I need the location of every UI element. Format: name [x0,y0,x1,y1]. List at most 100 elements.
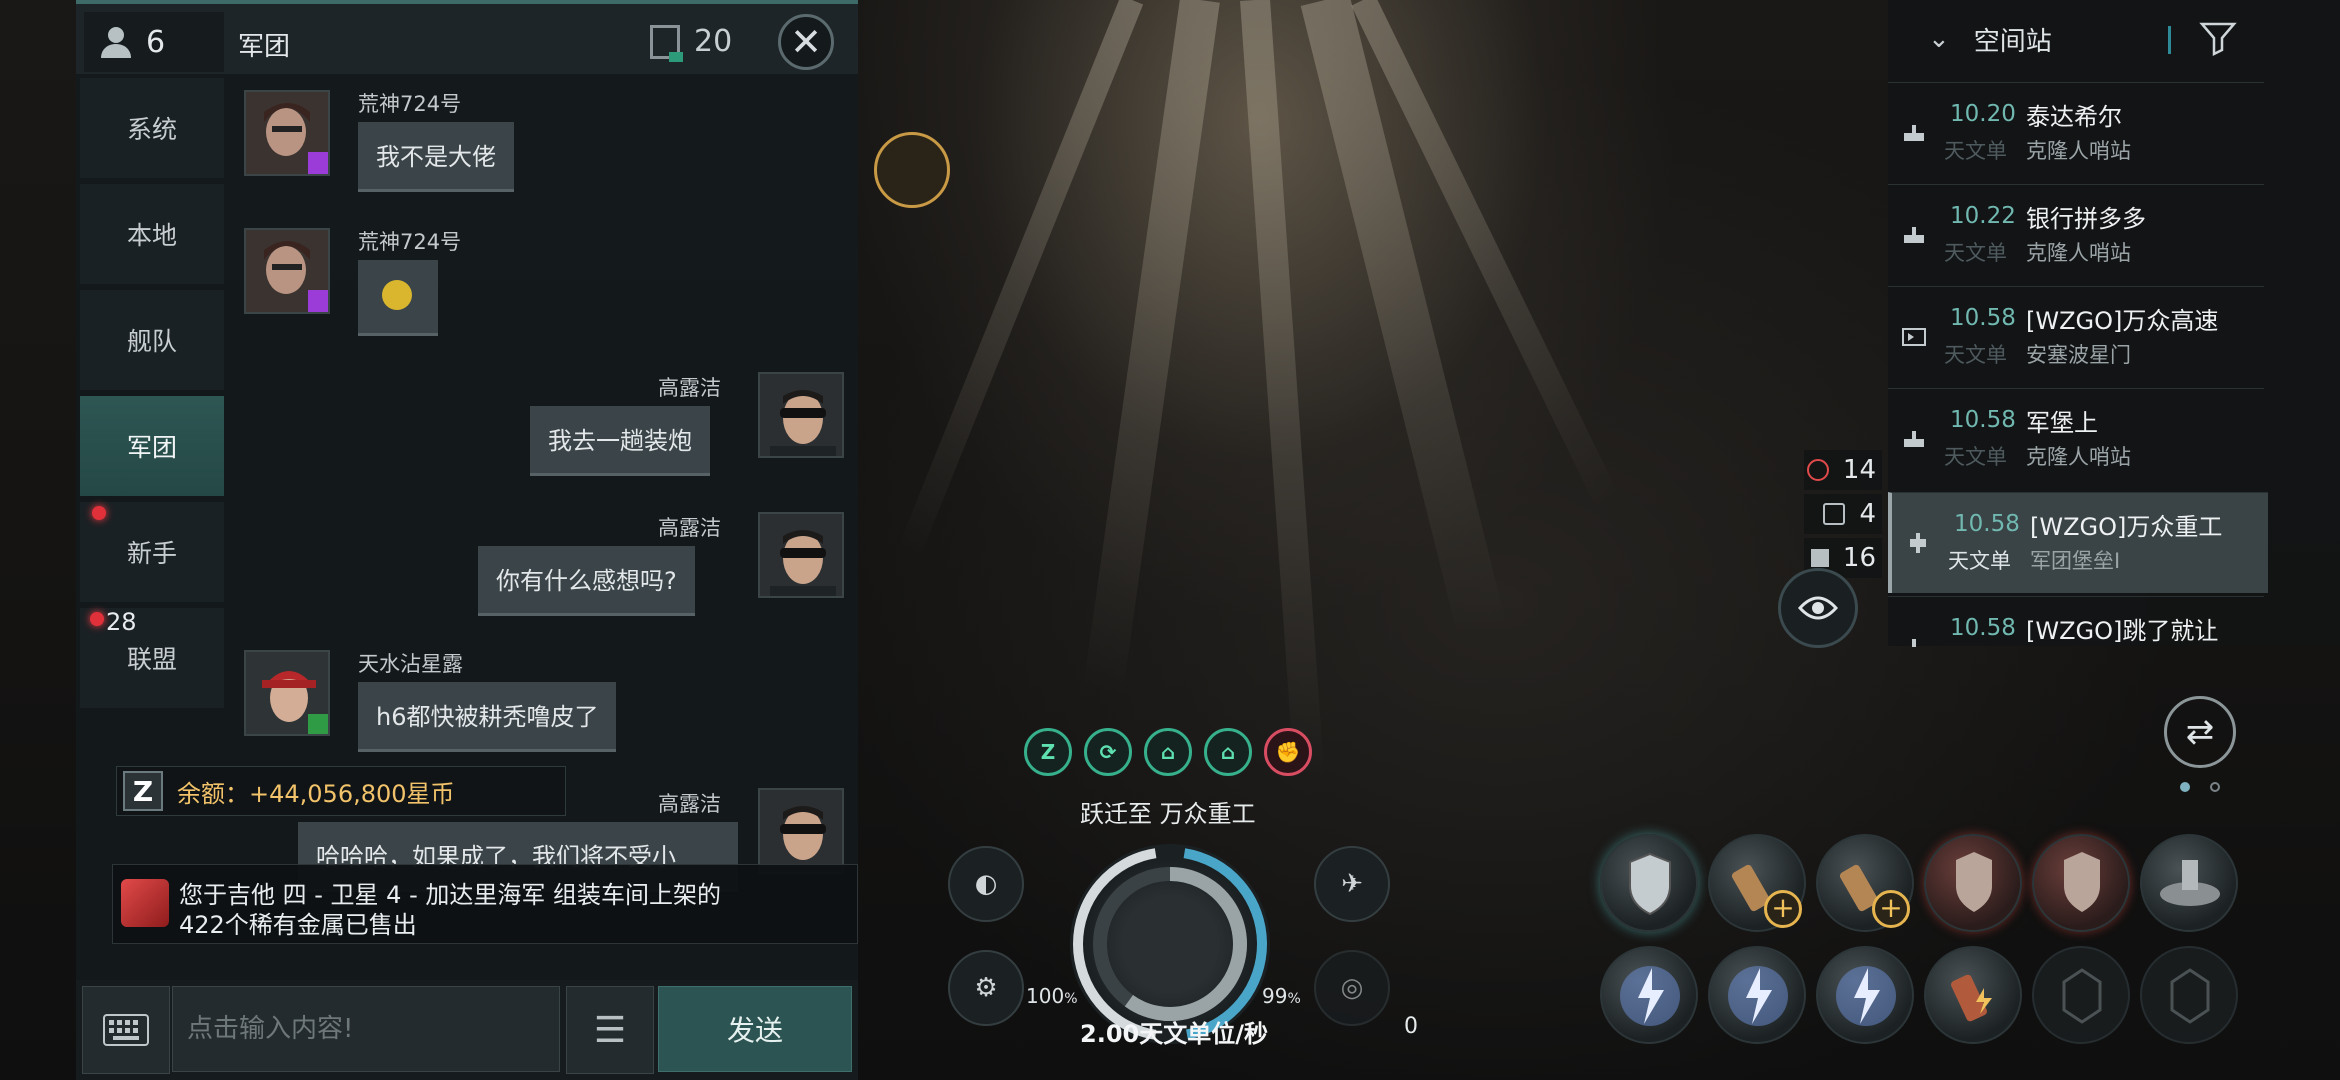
warp-status: 跃迁至 万众重工 [1080,800,1256,828]
channel-title: 军团 [238,32,291,62]
module-capacitor-booster[interactable] [1924,946,2022,1044]
item-icon [121,879,169,927]
message-count[interactable]: 20 [650,24,732,62]
overview-row[interactable]: 10.22 银行拼多多 天文单 克隆人哨站 [1888,184,2264,285]
member-count-button[interactable]: 6 [84,12,224,72]
chat-panel: 6 军团 20 ✕ 系统 本地 舰队 军团 新手 联盟 28 荒神724号 我不… [76,0,858,1080]
autopilot-button[interactable]: ◎ [1314,950,1390,1026]
tab-local[interactable]: 本地 [80,184,224,284]
row-unit: 天文单 [1944,343,2007,367]
count-target[interactable]: 14 [1804,450,1882,490]
avatar[interactable] [244,650,330,736]
row-type: 克隆人哨站 [2026,241,2131,265]
chevron-down-icon: ⌄ [1928,24,1950,54]
camera-icon: ⚙ [974,973,998,1003]
overview-row[interactable]: 10.58 军堡上 天文单 克隆人哨站 [1888,388,2264,489]
person-icon [101,27,131,58]
overview-row[interactable]: 10.58 [WZGO]万众高速 天文单 安塞波星门 [1888,286,2264,387]
row-distance: 10.58 [1950,615,2016,641]
event-button[interactable] [874,132,950,208]
count-value: 4 [1859,499,1876,529]
shield-icon [2064,852,2100,912]
target-counts: 14 4 16 [1804,450,1882,582]
speed-zero: 0 [1404,1014,1418,1039]
page-dot-active[interactable] [2180,782,2190,792]
swap-panel-button[interactable]: ⇄ [2164,696,2236,768]
module-shield[interactable] [1600,834,1698,932]
close-button[interactable]: ✕ [778,14,834,70]
row-distance: 10.22 [1950,203,2016,229]
overview-panel: ⌄ 空间站 10.20 泰达希尔 天文单 克隆人哨站 10.22 银行拼多多 天… [1888,0,2340,647]
avatar[interactable] [758,372,844,458]
tab-corp[interactable]: 军团 [80,396,224,496]
overview-header[interactable]: ⌄ 空间站 [1888,0,2340,78]
effect-icon[interactable]: ⟳ [1084,728,1132,776]
avatar[interactable] [244,228,330,314]
row-distance: 10.58 [1954,511,2020,537]
menu-button[interactable]: ☰ [566,986,654,1074]
message-bubble[interactable]: 你有什么感想吗? [478,546,695,616]
chat-input[interactable]: 点击输入内容! [172,986,560,1072]
sender-name: 高露洁 [658,516,721,540]
shield-percent: 100% [1026,984,1078,1008]
overview-row[interactable]: 10.58 [WZGO]跳了就让 [1888,596,2264,647]
tab-fleet[interactable]: 舰队 [80,290,224,390]
module-empty-slot[interactable] [2032,946,2130,1044]
row-name: [WZGO]跳了就让 [2026,617,2219,645]
module-armor-repairer[interactable]: + [1816,834,1914,932]
message-bubble[interactable]: h6都快被耕秃噜皮了 [358,682,617,752]
module-weapon[interactable] [1816,946,1914,1044]
effect-icon[interactable]: ⌂ [1204,728,1252,776]
sender-name: 荒神724号 [358,92,462,116]
module-weapon[interactable] [1708,946,1806,1044]
keyboard-icon [103,1014,149,1046]
drone-bay-button[interactable]: ✈ [1314,846,1390,922]
sender-name: 天水沾星露 [358,652,463,676]
effect-icon[interactable]: ✊ [1264,728,1312,776]
module-armor-repairer[interactable]: + [1708,834,1806,932]
member-count: 6 [146,24,166,60]
row-distance: 10.58 [1950,305,2016,331]
effect-icon[interactable]: Z [1024,728,1072,776]
armor-percent-value: 99 [1262,984,1288,1008]
message-bubble[interactable]: 我去一趟装炮 [530,406,710,476]
message-bubble[interactable]: 我不是大佬 [358,122,514,192]
menu-icon: ☰ [593,1009,627,1051]
tab-system[interactable]: 系统 [80,78,224,178]
module-weapon[interactable] [1600,946,1698,1044]
align-button[interactable]: ◐ [948,846,1024,922]
notice-line-2: 422个稀有金属已售出 [179,911,417,939]
empty-slot-icon [2062,968,2102,1024]
overview-row-selected[interactable]: 10.58 [WZGO]万众重工 天文单 军团堡垒I [1888,492,2268,593]
overview-row[interactable]: 10.20 泰达希尔 天文单 克隆人哨站 [1888,82,2264,183]
visibility-button[interactable] [1778,568,1858,648]
drone-icon: ✈ [1341,869,1363,899]
filter-icon[interactable] [2198,18,2238,58]
gate-icon [1902,328,1926,346]
chat-header: 6 军团 20 ✕ [76,0,858,74]
camera-settings-button[interactable]: ⚙ [948,950,1024,1026]
face-emoji-icon [382,280,412,310]
send-button[interactable]: 发送 [658,986,852,1072]
message-bubble[interactable] [358,260,438,336]
percent-sign: % [1287,991,1301,1007]
module-hardener[interactable] [2032,834,2130,932]
sale-notification[interactable]: 您于吉他 四 - 卫星 4 - 加达里海军 组装车间上架的 422个稀有金属已售… [112,864,858,944]
page-dot[interactable] [2210,782,2220,792]
sender-name: 高露洁 [658,376,721,400]
keyboard-button[interactable] [82,986,170,1074]
unread-count: 28 [106,608,137,636]
avatar[interactable] [758,512,844,598]
avatar[interactable] [244,90,330,176]
avatar[interactable] [758,788,844,874]
module-hardener[interactable] [1924,834,2022,932]
module-empty-slot[interactable] [2140,946,2238,1044]
row-type: 军团堡垒I [2030,549,2121,573]
speed-readout: 2.00天文单位/秒 [1080,1020,1268,1048]
row-unit: 天文单 [1944,241,2007,265]
module-propulsion[interactable] [2140,834,2238,932]
count-drone[interactable]: 4 [1804,494,1882,534]
effect-icon[interactable]: ⌂ [1144,728,1192,776]
row-unit: 天文单 [1944,139,2007,163]
row-name: 银行拼多多 [2026,205,2146,233]
